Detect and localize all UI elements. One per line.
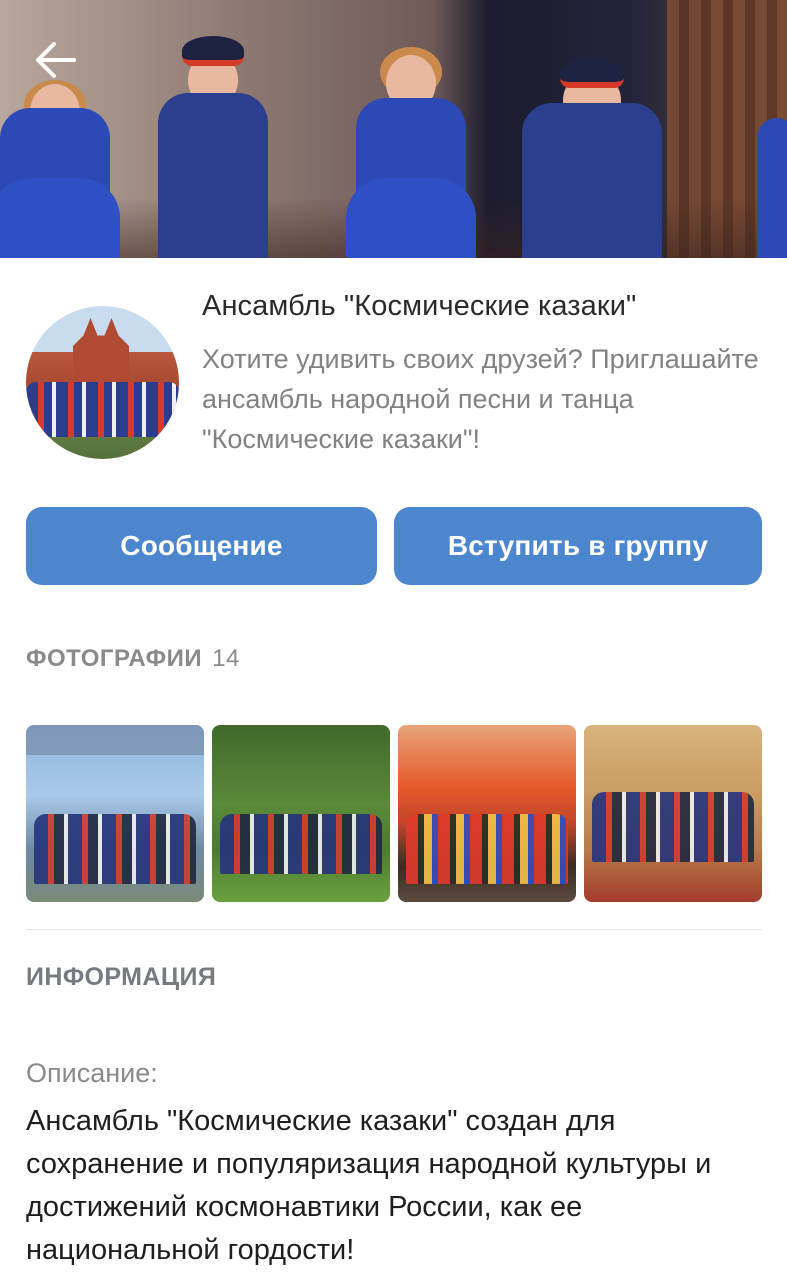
group-title: Ансамбль "Космические казаки" — [202, 290, 637, 322]
description-label: Описание: — [26, 1058, 158, 1088]
photo-thumbnail[interactable] — [212, 725, 390, 902]
cover-performer-3 — [346, 23, 476, 258]
info-section-header: ИНФОРМАЦИЯ — [26, 963, 217, 991]
group-status: Хотите удивить своих друзей? Приглашайте… — [202, 344, 759, 454]
back-button[interactable] — [30, 38, 82, 82]
photos-title: ФОТОГРАФИИ — [26, 645, 203, 672]
cover-performer-5 — [757, 98, 787, 258]
avatar-tower — [73, 318, 129, 388]
back-arrow-icon — [36, 42, 76, 78]
cover-performer-4 — [522, 28, 662, 258]
group-avatar[interactable] — [26, 306, 179, 459]
message-button[interactable]: Сообщение — [26, 507, 377, 585]
join-group-button[interactable]: Вступить в группу — [394, 507, 762, 585]
cover-image — [0, 0, 787, 258]
section-divider — [26, 929, 762, 930]
photo-thumbnail[interactable] — [26, 725, 204, 902]
photos-count: 14 — [212, 645, 240, 672]
photos-section-header[interactable]: ФОТОГРАФИИ 14 — [26, 645, 240, 673]
description-text: Ансамбль "Космические казаки" создан для… — [26, 1105, 712, 1266]
photo-thumbnail[interactable] — [398, 725, 576, 902]
avatar-people — [26, 382, 179, 437]
cover-performer-2 — [158, 18, 268, 258]
photo-thumbnail[interactable] — [584, 725, 762, 902]
